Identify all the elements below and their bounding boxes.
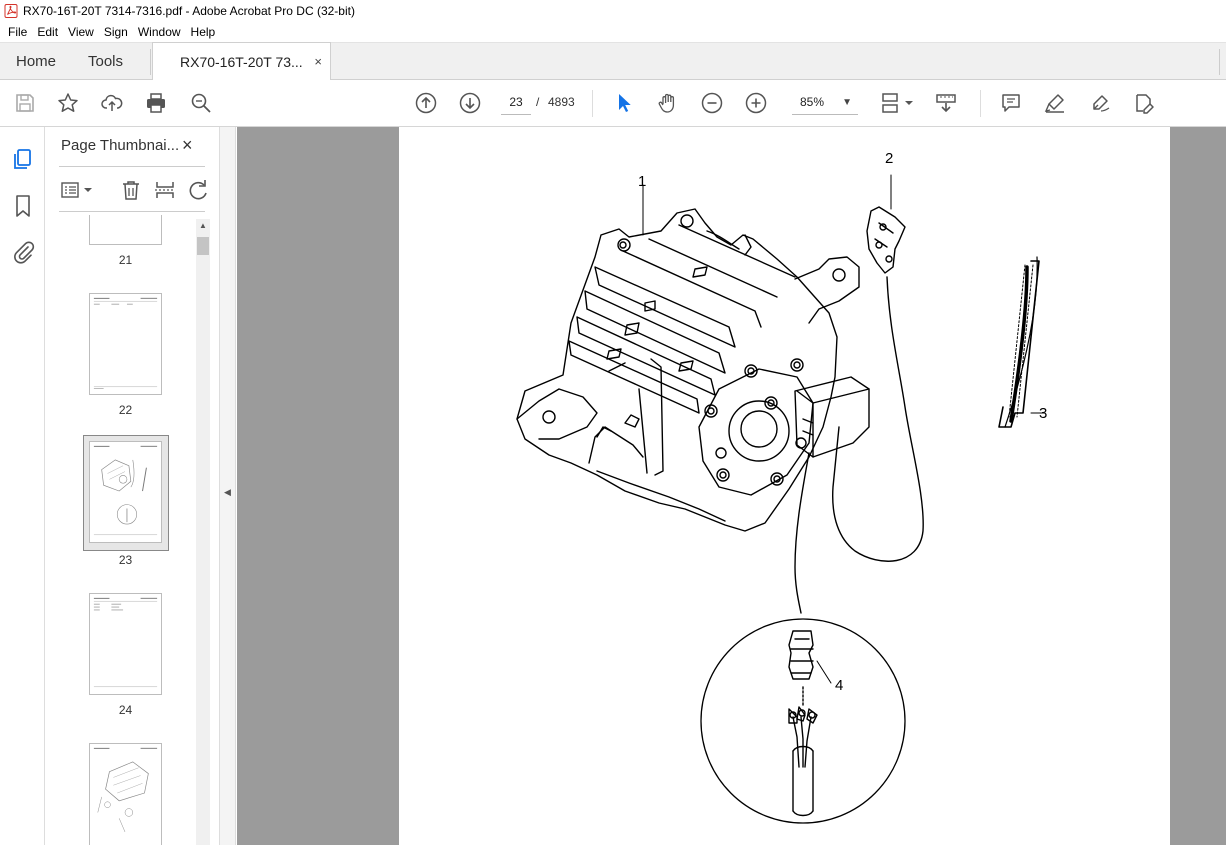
pdf-page: 1 2 3 4 (399, 127, 1170, 845)
exploded-parts-diagram (516, 174, 1046, 824)
sensor-2 (866, 206, 906, 274)
tab-home[interactable]: Home (16, 43, 56, 80)
close-tab-icon[interactable]: × (314, 54, 322, 69)
thumbnail-label-22: 22 (118, 403, 133, 417)
collapse-panel-icon[interactable]: ◀ (224, 487, 231, 498)
thumbnail-options-icon[interactable] (61, 178, 93, 202)
comment-icon[interactable] (998, 90, 1024, 116)
motor-bracket (794, 256, 860, 324)
thumbnail-page-24[interactable] (89, 593, 162, 695)
left-navigation-rail (0, 127, 45, 845)
menu-help[interactable]: Help (186, 25, 221, 39)
previous-page-icon[interactable] (413, 90, 439, 116)
page-fit-icon[interactable] (878, 90, 916, 116)
hand-tool-icon[interactable] (655, 90, 681, 116)
menu-view[interactable]: View (63, 25, 99, 39)
thumbnail-page-22[interactable] (89, 293, 162, 395)
thumbnail-25-content (93, 747, 158, 833)
menu-file[interactable]: File (3, 25, 32, 39)
tab-document-label: RX70-16T-20T 73... (180, 54, 303, 70)
zoom-level-value: 85% (800, 95, 825, 109)
window-title: RX70-16T-20T 7314-7316.pdf - Adobe Acrob… (23, 4, 355, 18)
menu-edit[interactable]: Edit (32, 25, 63, 39)
attachments-paperclip-icon[interactable] (11, 240, 35, 264)
cable-gland-4 (788, 630, 814, 680)
save-icon[interactable] (12, 90, 38, 116)
scrollbar-thumb[interactable] (197, 237, 209, 255)
rotate-page-icon[interactable] (188, 178, 210, 202)
tab-tools[interactable]: Tools (88, 43, 123, 80)
thumbnail-label-21: 21 (118, 253, 133, 267)
page-thumbnails-panel: Page Thumbnai... × 21 22 23 24 ▲ (45, 127, 220, 845)
zoom-level-dropdown[interactable]: 85% ▼ (792, 90, 858, 115)
callout-1: 1 (638, 173, 647, 190)
thumbnail-page-25[interactable] (89, 743, 162, 845)
tab-divider-right (1219, 49, 1220, 75)
thumbnail-scrollbar[interactable]: ▲ (196, 219, 210, 845)
bookmark-star-icon[interactable] (55, 90, 81, 116)
motor-outline (516, 208, 838, 532)
thumbnail-label-24: 24 (118, 703, 133, 717)
next-page-icon[interactable] (457, 90, 483, 116)
zoom-in-icon[interactable] (743, 90, 769, 116)
menu-sign[interactable]: Sign (99, 25, 133, 39)
extract-pages-icon[interactable] (154, 178, 176, 202)
thumbnail-23-content (93, 445, 158, 535)
toolbar-divider (592, 90, 593, 117)
bookmarks-icon[interactable] (11, 194, 35, 218)
thumbnail-page-23[interactable] (89, 441, 162, 543)
title-bar: RX70-16T-20T 7314-7316.pdf - Adobe Acrob… (0, 0, 1226, 22)
page-number-input[interactable]: 23 (501, 90, 531, 115)
main-toolbar: 23 / 4893 85% ▼ (0, 80, 1226, 127)
tab-bar: Home Tools RX70-16T-20T 73... × (0, 42, 1226, 81)
callout-3: 3 (1039, 405, 1048, 422)
panel-divider-2 (59, 211, 205, 212)
upload-cloud-icon[interactable] (99, 90, 125, 116)
page-thumbnails-icon[interactable] (11, 148, 35, 172)
thumbnail-label-23: 23 (118, 553, 133, 567)
panel-divider (59, 166, 205, 167)
menu-bar: File Edit View Sign Window Help (0, 22, 1226, 42)
draw-pen-icon[interactable] (1087, 90, 1113, 116)
callout-2: 2 (885, 150, 894, 167)
close-panel-icon[interactable]: × (182, 135, 193, 156)
total-pages: 4893 (548, 95, 575, 109)
delete-trash-icon[interactable] (120, 178, 142, 202)
toolbar-divider-2 (980, 90, 981, 117)
thumbnail-24-content (93, 597, 158, 687)
callout-4: 4 (835, 677, 844, 694)
thumbnail-22-content (93, 297, 158, 389)
sensor-cable-2 (832, 276, 924, 562)
panel-title: Page Thumbnai... (61, 137, 180, 154)
acrobat-pdf-icon (4, 4, 18, 18)
page-separator: / (536, 95, 540, 109)
highlight-pen-icon[interactable] (1042, 90, 1068, 116)
scroll-mode-icon[interactable] (933, 90, 959, 116)
panel-splitter[interactable]: ◀ (220, 127, 236, 845)
search-zoom-icon[interactable] (188, 90, 214, 116)
menu-window[interactable]: Window (133, 25, 186, 39)
select-cursor-icon[interactable] (611, 90, 637, 116)
zoom-out-icon[interactable] (699, 90, 725, 116)
document-viewport[interactable]: 1 2 3 4 (237, 127, 1226, 845)
chevron-down-icon: ▼ (842, 97, 852, 108)
print-icon[interactable] (143, 90, 169, 116)
tab-document[interactable]: RX70-16T-20T 73... × (152, 42, 331, 81)
tab-divider (150, 49, 151, 75)
scroll-up-icon[interactable]: ▲ (199, 221, 207, 230)
fill-sign-icon[interactable] (1131, 90, 1157, 116)
thumbnail-page-21[interactable] (89, 215, 162, 245)
